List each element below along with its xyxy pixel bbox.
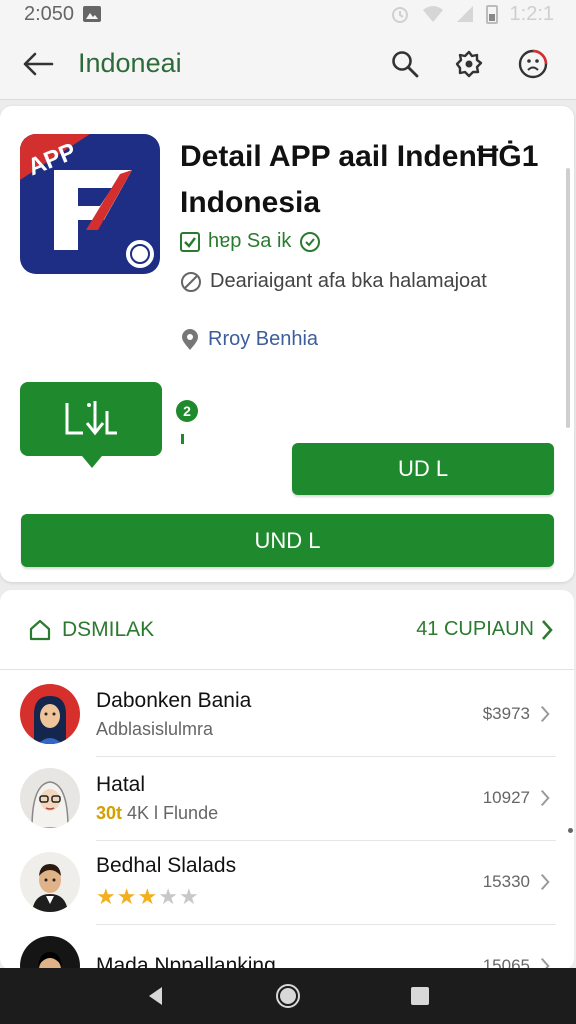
app-description: Deariaigant afa bka halamajoat — [210, 270, 487, 292]
scroll-indicator — [568, 828, 573, 833]
app-bar: Indoneai — [0, 28, 576, 100]
chevron-right-icon — [542, 619, 553, 640]
alarm-icon — [390, 4, 410, 24]
scrollbar[interactable] — [566, 168, 570, 428]
verified-label: hɐp Sa ik — [208, 230, 292, 252]
star-rating: ★★★★★ — [96, 884, 483, 910]
see-all-link[interactable]: 41 CUPIAUN — [416, 618, 554, 641]
arrow-left-icon — [23, 52, 54, 75]
list-item[interactable]: Dabonken Bania Adblasislulmra $3973 — [0, 672, 574, 756]
reviewer-name: Hatal — [96, 772, 146, 796]
location-pin-icon — [182, 328, 198, 350]
chevron-right-icon — [540, 789, 550, 807]
app-title: Detail APP aail IndenĦĠ1 Indonesia — [180, 140, 539, 219]
settings-icon — [455, 50, 483, 77]
reviewer-badge: 30t — [96, 802, 123, 823]
triangle-back-icon — [149, 987, 162, 1005]
section-label: DSMILAK — [62, 617, 155, 641]
account-button[interactable] — [508, 42, 558, 86]
review-bubble-button[interactable] — [20, 382, 162, 468]
avatar — [20, 768, 80, 828]
status-time: 2:050 — [24, 2, 75, 25]
reviewer-subtitle: Adblasislulmra — [96, 718, 214, 739]
search-button[interactable] — [380, 42, 430, 86]
list-item[interactable]: Bedhal Slalads ★★★★★ 15330 — [0, 840, 574, 924]
back-button[interactable] — [18, 44, 58, 84]
reviewer-name: Bedhal Slalads — [96, 854, 237, 877]
account-icon — [518, 49, 548, 78]
review-value: 15330 — [482, 872, 530, 891]
system-nav-bar — [0, 968, 576, 1024]
nav-home-button[interactable] — [268, 976, 308, 1016]
reviewer-subtitle: 30t 4K l Flunde — [96, 803, 483, 824]
star-empty-icon: ★ — [178, 884, 200, 909]
no-ads-icon — [181, 271, 201, 292]
download-arrow-icon — [65, 401, 117, 436]
review-value: $3973 — [482, 704, 530, 723]
app-logo: APP — [20, 134, 160, 274]
developer-name: Rroy Benhia — [208, 328, 319, 350]
side-marker — [181, 434, 184, 444]
star-filled-icon: ★ — [96, 884, 117, 909]
install-button[interactable]: UND L — [21, 514, 554, 567]
star-filled-icon: ★ — [137, 884, 159, 909]
nav-back-button[interactable] — [136, 976, 176, 1016]
star-empty-icon: ★ — [158, 884, 179, 909]
wifi-icon — [422, 5, 444, 23]
circle-home-icon — [276, 984, 300, 1008]
chevron-right-icon — [540, 873, 550, 891]
search-icon — [392, 50, 419, 77]
avatar — [20, 684, 80, 744]
reviewer-subtitle-text: 4K l Flunde — [127, 802, 219, 823]
developer-row[interactable]: Rroy Benhia — [180, 328, 318, 351]
description-row: Deariaigant afa bka halamajoat — [180, 270, 487, 293]
reviewer-name: Dabonken Bania — [96, 688, 252, 712]
image-notification-icon — [82, 5, 102, 23]
app-details-card: APP Detail APP aail IndenĦĠ1 Indonesia h… — [0, 106, 574, 582]
status-clock-right: 1:2:1 — [509, 2, 554, 25]
review-value: 10927 — [482, 788, 530, 807]
avatar — [20, 852, 80, 912]
chevron-right-icon — [540, 705, 550, 723]
app-bar-title: Indoneai — [78, 48, 182, 78]
checkbox-check-icon — [180, 231, 200, 252]
secondary-install-button[interactable]: UD L — [292, 443, 554, 495]
section-header: DSMILAK 41 CUPIAUN — [0, 590, 574, 670]
see-all-label: 41 CUPIAUN — [416, 618, 534, 640]
info-badge-icon: 2 — [176, 400, 198, 422]
verified-row: hɐp Sa ik — [180, 230, 321, 253]
nav-recents-button[interactable] — [400, 976, 440, 1016]
verified-badge-icon — [300, 231, 321, 252]
battery-icon — [485, 4, 498, 24]
reviews-card: DSMILAK 41 CUPIAUN Dabonken Bania Adblas… — [0, 590, 574, 996]
status-bar: 2:050 1:2:1 — [0, 0, 576, 28]
square-recents-icon — [411, 987, 429, 1005]
list-item[interactable]: Hatal 30t 4K l Flunde 10927 — [0, 756, 574, 840]
star-filled-icon: ★ — [116, 884, 138, 909]
signal-icon — [456, 5, 474, 23]
home-outline-icon — [29, 619, 51, 640]
settings-button[interactable] — [444, 42, 494, 86]
